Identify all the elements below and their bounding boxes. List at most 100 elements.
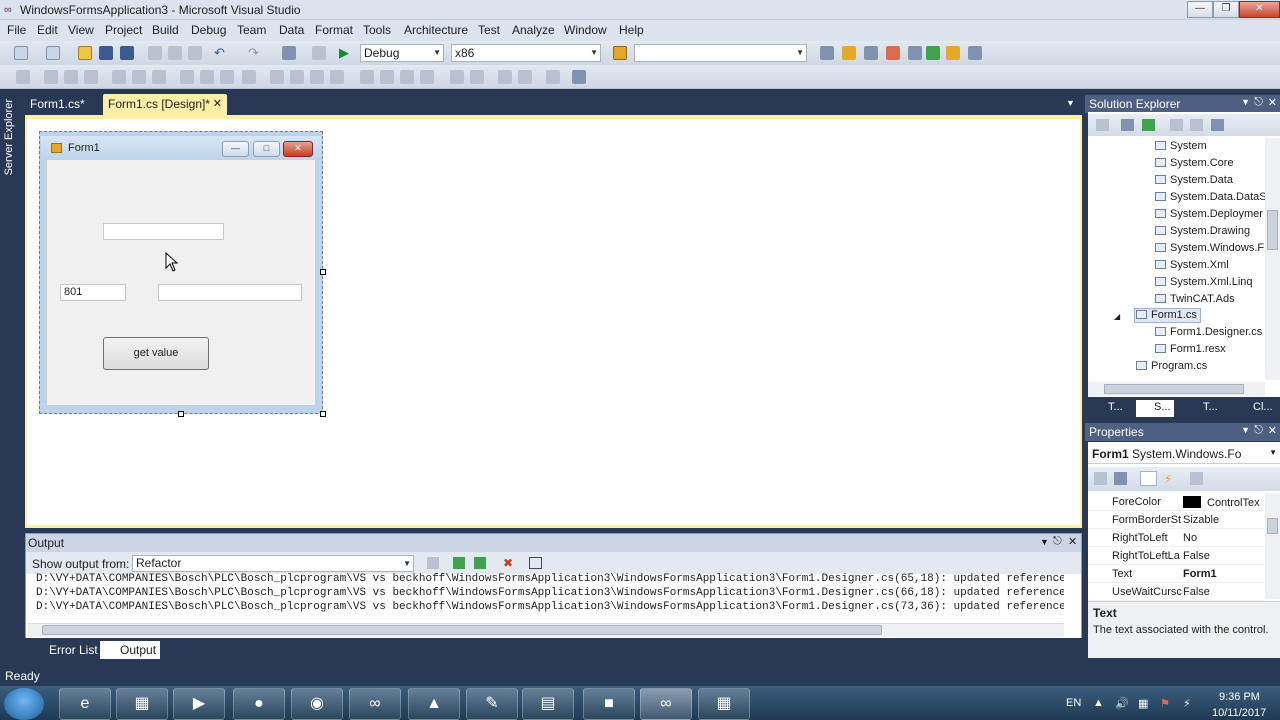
tab-output[interactable]: Output xyxy=(100,641,161,659)
restore-icon[interactable]: ❐ xyxy=(1213,1,1239,18)
menu-architecture[interactable]: Architecture xyxy=(404,23,468,37)
clock-time[interactable]: 9:36 PM xyxy=(1219,691,1260,703)
alphabetical-icon[interactable] xyxy=(1114,472,1127,485)
properties-icon[interactable] xyxy=(1096,119,1109,131)
tree-item[interactable]: System xyxy=(1155,140,1207,152)
infinity-icon[interactable]: ∞ xyxy=(640,688,692,720)
tab-form1-cs[interactable]: Form1.cs* xyxy=(25,94,90,115)
close-icon[interactable]: ✕ xyxy=(1268,96,1277,109)
object-browser-icon[interactable] xyxy=(864,46,878,60)
pin-icon[interactable]: ⎋ xyxy=(1053,535,1062,548)
tree-item[interactable]: Form1.Designer.cs xyxy=(1155,326,1262,338)
property-row[interactable]: ForeColor ControlTex xyxy=(1088,493,1264,511)
menu-debug[interactable]: Debug xyxy=(191,23,226,37)
align-tops-icon[interactable] xyxy=(112,70,126,84)
chevron-up-icon[interactable]: ▲ xyxy=(1093,697,1104,709)
chevron-down-icon[interactable]: ▼ xyxy=(1241,425,1250,435)
tree-item[interactable]: System.Xml.Linq xyxy=(1155,276,1253,288)
tree-item[interactable]: System.Windows.F xyxy=(1155,242,1264,254)
close-icon[interactable]: ✕ xyxy=(1268,424,1277,437)
make-same-width-icon[interactable] xyxy=(180,70,194,84)
expand-arrow-icon[interactable]: ◢ xyxy=(1114,312,1120,321)
remove-vertical-spacing-icon[interactable] xyxy=(420,70,434,84)
ie-icon[interactable]: e xyxy=(59,688,111,720)
solution-platform-dropdown[interactable]: x86 ▼ xyxy=(451,44,601,62)
find-message-icon[interactable] xyxy=(427,557,439,569)
horizontal-spacing-icon[interactable] xyxy=(270,70,284,84)
show-all-files-icon[interactable] xyxy=(1121,119,1134,131)
menu-data[interactable]: Data xyxy=(279,23,304,37)
property-row[interactable]: UseWaitCursc False xyxy=(1088,583,1264,601)
size-to-grid-icon[interactable] xyxy=(200,70,214,84)
app-icon[interactable]: ● xyxy=(233,688,285,720)
textbox-3[interactable] xyxy=(158,284,302,301)
properties-view-icon[interactable] xyxy=(1140,471,1157,486)
view-class-diagram-icon[interactable] xyxy=(1211,119,1224,131)
menu-analyze[interactable]: Analyze xyxy=(512,23,555,37)
action-center-icon[interactable]: ⚑ xyxy=(1160,697,1170,710)
tab-form1-design[interactable]: Form1.cs [Design]* ✕ xyxy=(103,94,227,115)
close-tab-icon[interactable]: ✕ xyxy=(213,97,222,110)
textbox-1[interactable] xyxy=(103,223,224,240)
scrollbar-thumb[interactable] xyxy=(1267,210,1278,250)
output-text[interactable]: D:\VY+DATA\COMPANIES\Bosch\PLC\Bosch_plc… xyxy=(36,572,1064,618)
refresh-icon[interactable] xyxy=(1142,119,1155,131)
menu-project[interactable]: Project xyxy=(105,23,142,37)
center-horizontally-icon[interactable] xyxy=(450,70,464,84)
property-row[interactable]: Text Form1 xyxy=(1088,565,1264,583)
start-page-icon[interactable] xyxy=(926,46,940,60)
make-same-height-icon[interactable] xyxy=(220,70,234,84)
menu-build[interactable]: Build xyxy=(152,23,179,37)
next-message-icon[interactable] xyxy=(474,557,486,569)
add-item-icon[interactable] xyxy=(46,46,60,60)
resize-handle-right[interactable] xyxy=(320,269,326,275)
server-explorer-tab[interactable]: Server Explorer xyxy=(0,93,18,193)
clock-date[interactable]: 10/11/2017 xyxy=(1212,707,1266,719)
new-project-icon[interactable] xyxy=(14,46,28,60)
tree-item[interactable]: System.Drawing xyxy=(1155,225,1250,237)
send-to-back-icon[interactable] xyxy=(518,70,532,84)
tab-solution-explorer[interactable]: S... xyxy=(1136,400,1174,417)
start-debugging-icon[interactable]: ▶ xyxy=(339,46,353,60)
tab-error-list[interactable]: Error List xyxy=(29,641,102,659)
navigate-backward-icon[interactable] xyxy=(282,46,296,60)
solution-configuration-dropdown[interactable]: Debug ▼ xyxy=(360,44,444,62)
menu-view[interactable]: View xyxy=(68,23,94,37)
solution-explorer-icon[interactable] xyxy=(820,46,834,60)
tree-item[interactable]: System.Core xyxy=(1155,157,1234,169)
close-icon[interactable]: ✕ xyxy=(1239,1,1280,18)
extension-manager-icon[interactable] xyxy=(946,46,960,60)
clear-all-icon[interactable]: ✖ xyxy=(503,556,513,570)
toolbox-icon[interactable] xyxy=(886,46,900,60)
tab-order-icon[interactable] xyxy=(546,70,560,84)
power-icon[interactable]: ⚡ xyxy=(1183,697,1191,710)
chevron-down-icon[interactable]: ▼ xyxy=(1241,97,1250,107)
bring-to-front-icon[interactable] xyxy=(498,70,512,84)
decrease-horizontal-spacing-icon[interactable] xyxy=(310,70,324,84)
paste-icon[interactable] xyxy=(188,46,202,60)
archer-icon[interactable]: ▲ xyxy=(408,688,460,720)
menu-test[interactable]: Test xyxy=(478,23,500,37)
tree-item[interactable]: System.Data.DataS xyxy=(1155,191,1267,203)
property-row[interactable]: FormBorderSt Sizable xyxy=(1088,511,1264,529)
minimize-icon[interactable]: — xyxy=(1187,1,1213,18)
scrollbar-thumb[interactable] xyxy=(42,625,882,635)
scrollbar-thumb[interactable] xyxy=(1267,518,1278,534)
align-centers-icon[interactable] xyxy=(64,70,78,84)
word-wrap-icon[interactable] xyxy=(529,557,542,569)
notepad-icon[interactable]: ✎ xyxy=(466,688,518,720)
undo-icon[interactable]: ↶ xyxy=(214,46,228,60)
increase-vertical-spacing-icon[interactable] xyxy=(380,70,394,84)
chevron-down-icon[interactable]: ▼ xyxy=(1066,98,1075,108)
property-row[interactable]: RightToLeftLa False xyxy=(1088,547,1264,565)
align-rights-icon[interactable] xyxy=(84,70,98,84)
previous-message-icon[interactable] xyxy=(453,557,465,569)
calculator-icon[interactable]: ▦ xyxy=(698,688,750,720)
folder-icon[interactable]: ▦ xyxy=(116,688,168,720)
properties-vertical-scrollbar[interactable] xyxy=(1265,493,1280,599)
property-pages-icon[interactable] xyxy=(1190,472,1203,485)
increase-horizontal-spacing-icon[interactable] xyxy=(290,70,304,84)
windows-icon[interactable]: ■ xyxy=(583,688,635,720)
menu-team[interactable]: Team xyxy=(237,23,266,37)
align-bottoms-icon[interactable] xyxy=(152,70,166,84)
